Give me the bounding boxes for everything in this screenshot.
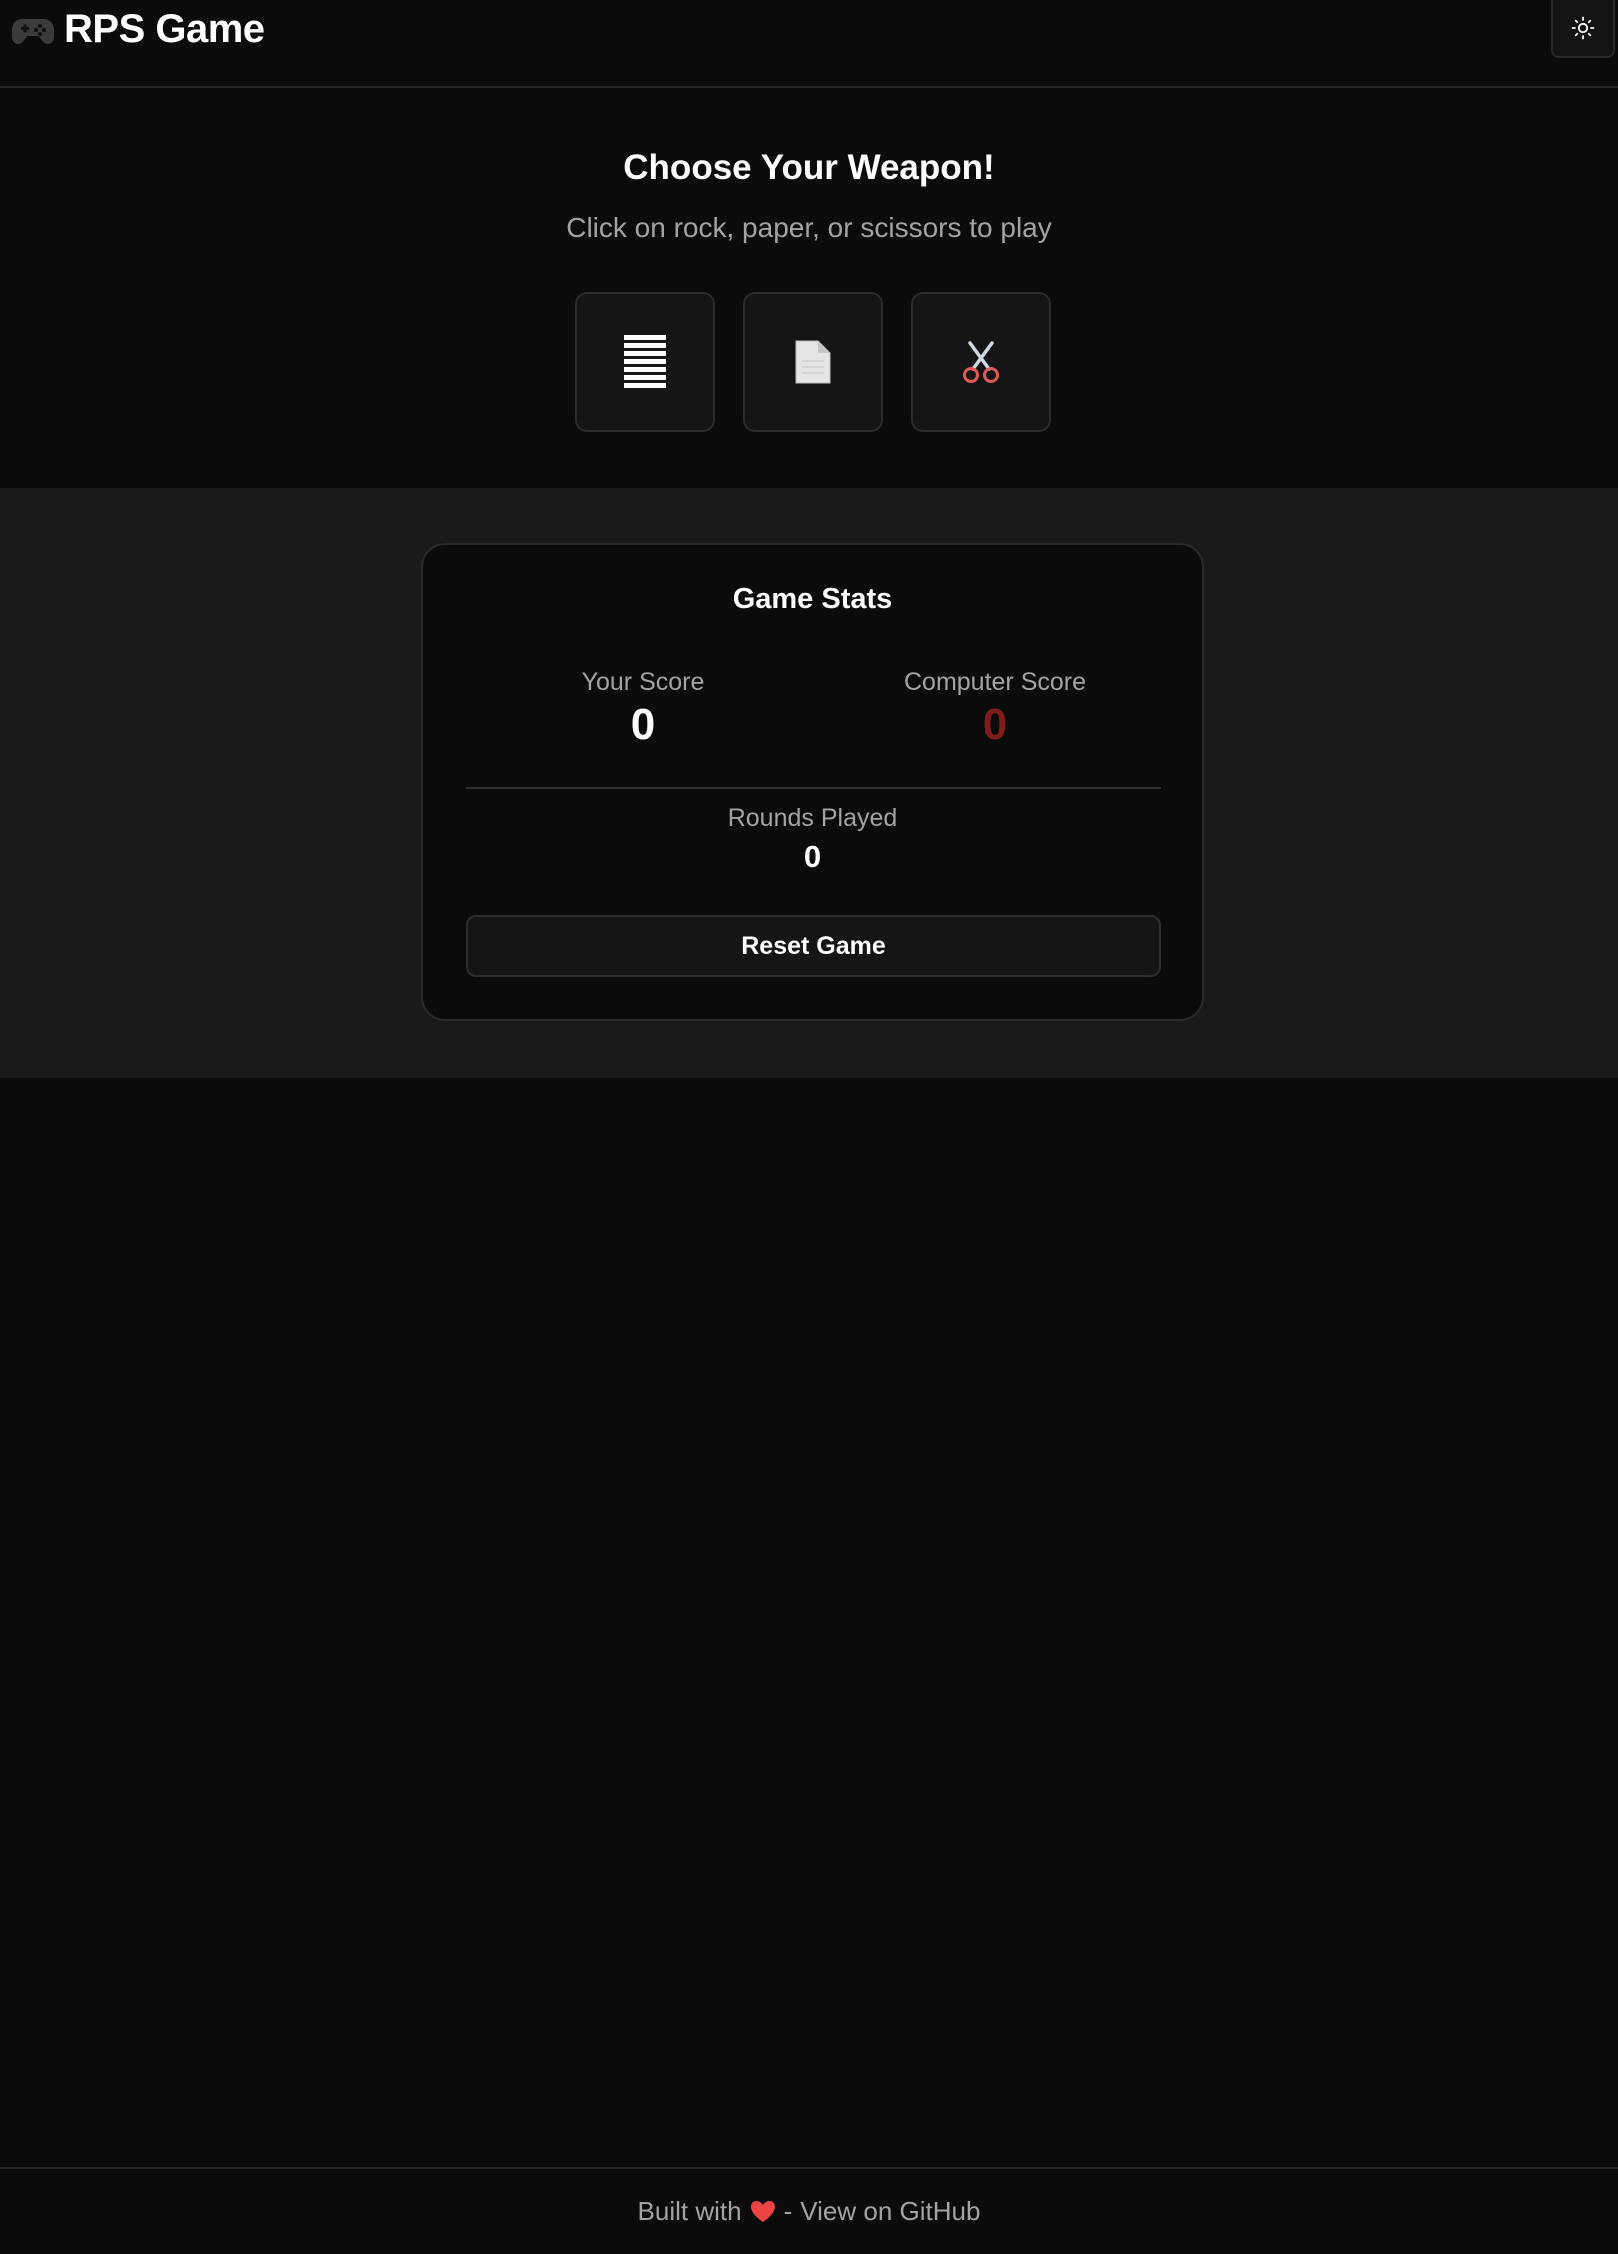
gamepad-icon <box>12 19 54 44</box>
your-score: Your Score 0 <box>513 667 773 751</box>
game-stats-card: Game Stats Your Score 0 Computer Score 0… <box>421 543 1204 1021</box>
scissors-button[interactable] <box>911 292 1051 432</box>
app-root: RPS Game Choose Your Weapon! Click on ro… <box>0 0 1618 2254</box>
choose-weapon-subtitle: Click on rock, paper, or scissors to pla… <box>566 212 1052 243</box>
game-stats-title: Game Stats <box>732 583 893 615</box>
scissors-icon <box>963 341 999 383</box>
rock-button[interactable] <box>575 292 715 432</box>
computer-score-label: Computer Score <box>903 668 1087 696</box>
computer-score-value: 0 <box>982 700 1008 749</box>
app-title: RPS Game <box>64 7 265 51</box>
footer-built-with: Built with <box>637 2196 742 2226</box>
paper-icon <box>795 340 831 384</box>
reset-game-button[interactable]: Reset Game <box>466 915 1161 977</box>
footer: Built with - View on GitHub <box>0 2167 1618 2254</box>
stats-section: Game Stats Your Score 0 Computer Score 0… <box>0 488 1618 1078</box>
choose-weapon-section: Choose Your Weapon! Click on rock, paper… <box>0 90 1618 488</box>
rounds-played: Rounds Played 0 <box>423 803 1202 877</box>
heart-icon <box>750 2200 775 2222</box>
sun-icon <box>1571 16 1595 40</box>
rock-icon <box>624 335 666 388</box>
rounds-played-label: Rounds Played <box>727 804 898 832</box>
computer-score: Computer Score 0 <box>865 667 1125 751</box>
rounds-played-value: 0 <box>803 839 822 874</box>
github-link[interactable]: View on GitHub <box>800 2196 980 2227</box>
stats-divider <box>466 787 1161 789</box>
paper-button[interactable] <box>743 292 883 432</box>
choice-buttons <box>575 292 1051 432</box>
theme-toggle-button[interactable] <box>1551 0 1615 58</box>
footer-separator: - <box>783 2196 793 2226</box>
header: RPS Game <box>0 0 1618 88</box>
choose-weapon-heading: Choose Your Weapon! <box>623 148 995 187</box>
your-score-value: 0 <box>630 700 656 749</box>
your-score-label: Your Score <box>581 668 705 696</box>
brand: RPS Game <box>10 6 265 52</box>
